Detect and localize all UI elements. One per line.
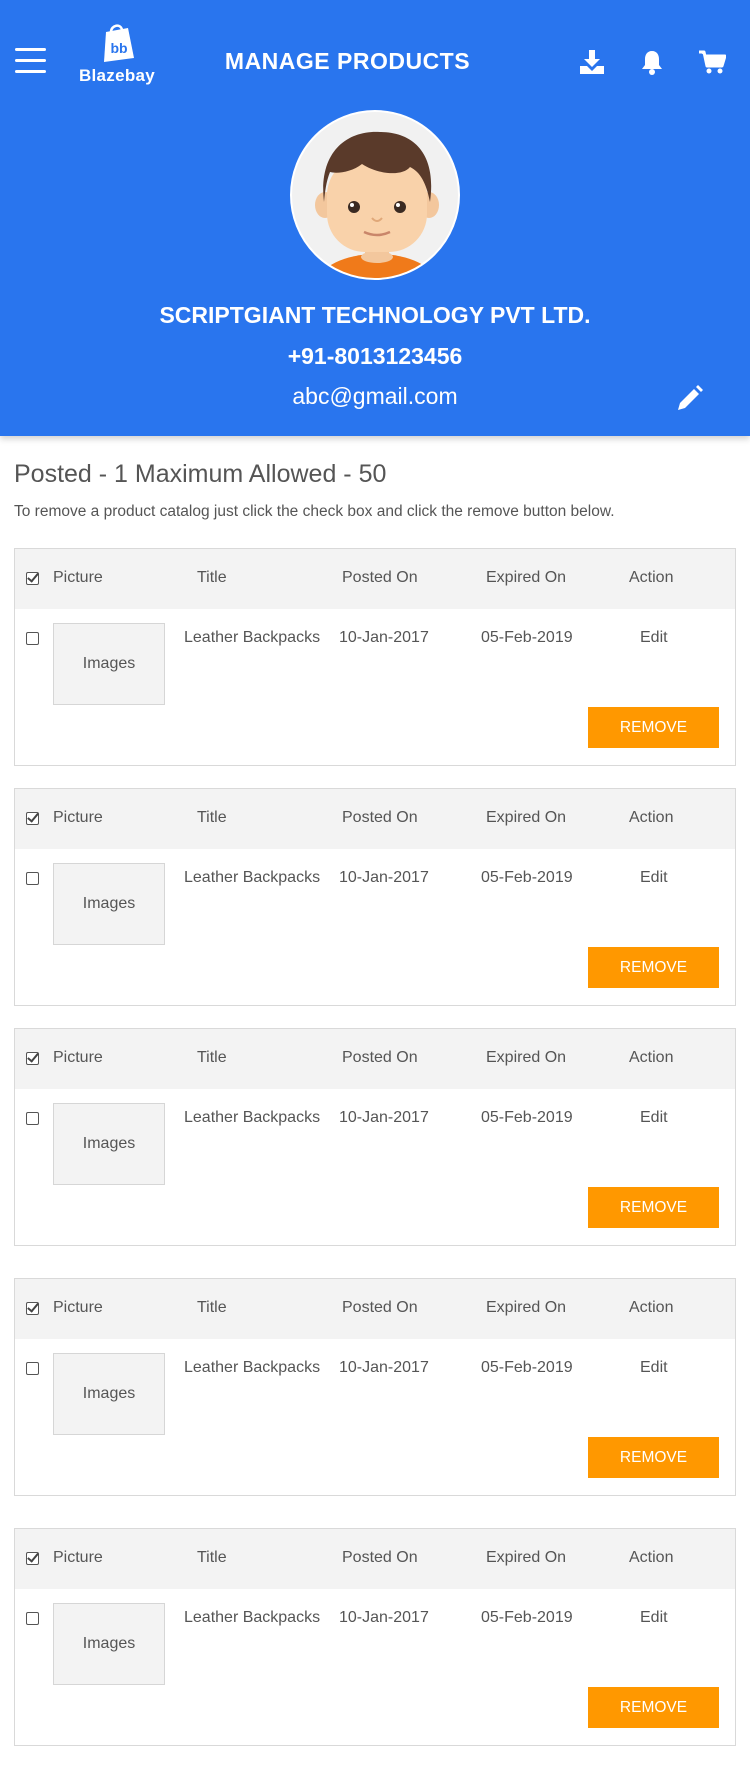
email-address: abc@gmail.com <box>292 383 458 409</box>
picture-header: Picture <box>53 1299 103 1316</box>
company-name: SCRIPTGIANT TECHNOLOGY PVT LTD. <box>159 302 591 328</box>
remove-button[interactable]: REMOVE <box>588 1437 719 1478</box>
shopping-bag-icon: bb <box>104 24 134 62</box>
svg-text:bb: bb <box>110 40 127 56</box>
row-checkbox[interactable] <box>26 872 39 885</box>
phone-number: +91-8013123456 <box>287 343 463 369</box>
posted-on-header: Posted On <box>342 1299 418 1316</box>
product-title: Leather Backpacks <box>184 1359 321 1376</box>
menu-icon[interactable] <box>15 48 46 74</box>
remove-button[interactable]: REMOVE <box>588 1687 719 1728</box>
posted-on-date: 10-Jan-2017 <box>339 629 429 646</box>
posted-on-header: Posted On <box>342 1549 418 1566</box>
posted-on-header: Posted On <box>342 809 418 826</box>
bell-icon[interactable] <box>638 48 666 76</box>
product-card: Picture Title Posted On Expired On Actio… <box>14 548 736 766</box>
action-header: Action <box>629 809 674 826</box>
table-header-row: Picture Title Posted On Expired On Actio… <box>15 1279 735 1339</box>
select-all-checkbox[interactable] <box>26 572 39 585</box>
expired-on-date: 05-Feb-2019 <box>481 1109 573 1126</box>
expired-on-date: 05-Feb-2019 <box>481 1359 573 1376</box>
row-checkbox[interactable] <box>26 632 39 645</box>
table-header-row: Picture Title Posted On Expired On Actio… <box>15 789 735 849</box>
product-card: Picture Title Posted On Expired On Actio… <box>14 788 736 1006</box>
edit-link[interactable]: Edit <box>640 1609 668 1627</box>
product-card: Picture Title Posted On Expired On Actio… <box>14 1278 736 1496</box>
select-all-checkbox[interactable] <box>26 1302 39 1315</box>
blazebay-logo[interactable]: bb Blazebay <box>76 24 158 88</box>
edit-link[interactable]: Edit <box>640 1109 668 1127</box>
profile-header: bb Blazebay MANAGE PRODUCTS SCRIPTGIANT … <box>0 0 750 436</box>
action-header: Action <box>629 1049 674 1066</box>
remove-button[interactable]: REMOVE <box>588 1187 719 1228</box>
posted-on-header: Posted On <box>342 1049 418 1066</box>
product-card: Picture Title Posted On Expired On Actio… <box>14 1028 736 1246</box>
select-all-checkbox[interactable] <box>26 812 39 825</box>
picture-header: Picture <box>53 1049 103 1066</box>
expired-on-date: 05-Feb-2019 <box>481 869 573 886</box>
remove-instructions: To remove a product catalog just click t… <box>14 503 615 520</box>
product-title: Leather Backpacks <box>184 1609 321 1626</box>
product-title: Leather Backpacks <box>184 629 321 646</box>
posted-on-date: 10-Jan-2017 <box>339 1109 429 1126</box>
expired-on-header: Expired On <box>486 1549 567 1566</box>
table-header-row: Picture Title Posted On Expired On Actio… <box>15 1529 735 1589</box>
product-image-placeholder[interactable]: Images <box>53 1103 165 1185</box>
product-title: Leather Backpacks <box>184 869 321 886</box>
posted-on-date: 10-Jan-2017 <box>339 869 429 886</box>
product-image-placeholder[interactable]: Images <box>53 1603 165 1685</box>
expired-on-header: Expired On <box>486 1049 567 1066</box>
profile-avatar[interactable] <box>290 110 460 280</box>
title-header: Title <box>197 809 227 826</box>
select-all-checkbox[interactable] <box>26 1052 39 1065</box>
row-checkbox[interactable] <box>26 1112 39 1125</box>
expired-on-header: Expired On <box>486 569 567 586</box>
edit-link[interactable]: Edit <box>640 869 668 887</box>
action-header: Action <box>629 569 674 586</box>
product-title: Leather Backpacks <box>184 1109 321 1126</box>
picture-header: Picture <box>53 569 103 586</box>
edit-link[interactable]: Edit <box>640 629 668 647</box>
row-checkbox[interactable] <box>26 1612 39 1625</box>
posted-on-date: 10-Jan-2017 <box>339 1609 429 1626</box>
expired-on-date: 05-Feb-2019 <box>481 1609 573 1626</box>
posted-summary: Posted - 1 Maximum Allowed - 50 <box>14 460 387 488</box>
product-image-placeholder[interactable]: Images <box>53 1353 165 1435</box>
expired-on-header: Expired On <box>486 809 567 826</box>
expired-on-header: Expired On <box>486 1299 567 1316</box>
logo-text: Blazebay <box>78 66 156 85</box>
title-header: Title <box>197 1049 227 1066</box>
edit-link[interactable]: Edit <box>640 1359 668 1377</box>
cart-icon[interactable] <box>698 48 726 76</box>
title-header: Title <box>197 1299 227 1316</box>
title-header: Title <box>197 1549 227 1566</box>
remove-button[interactable]: REMOVE <box>588 707 719 748</box>
product-image-placeholder[interactable]: Images <box>53 863 165 945</box>
posted-on-date: 10-Jan-2017 <box>339 1359 429 1376</box>
action-header: Action <box>629 1549 674 1566</box>
table-header-row: Picture Title Posted On Expired On Actio… <box>15 549 735 609</box>
title-header: Title <box>197 569 227 586</box>
row-checkbox[interactable] <box>26 1362 39 1375</box>
remove-button[interactable]: REMOVE <box>588 947 719 988</box>
product-image-placeholder[interactable]: Images <box>53 623 165 705</box>
download-icon[interactable] <box>578 48 606 76</box>
picture-header: Picture <box>53 1549 103 1566</box>
pencil-icon[interactable] <box>674 384 704 414</box>
action-header: Action <box>629 1299 674 1316</box>
expired-on-date: 05-Feb-2019 <box>481 629 573 646</box>
product-card: Picture Title Posted On Expired On Actio… <box>14 1528 736 1746</box>
table-header-row: Picture Title Posted On Expired On Actio… <box>15 1029 735 1089</box>
page-title: MANAGE PRODUCTS <box>224 48 471 74</box>
picture-header: Picture <box>53 809 103 826</box>
select-all-checkbox[interactable] <box>26 1552 39 1565</box>
posted-on-header: Posted On <box>342 569 418 586</box>
